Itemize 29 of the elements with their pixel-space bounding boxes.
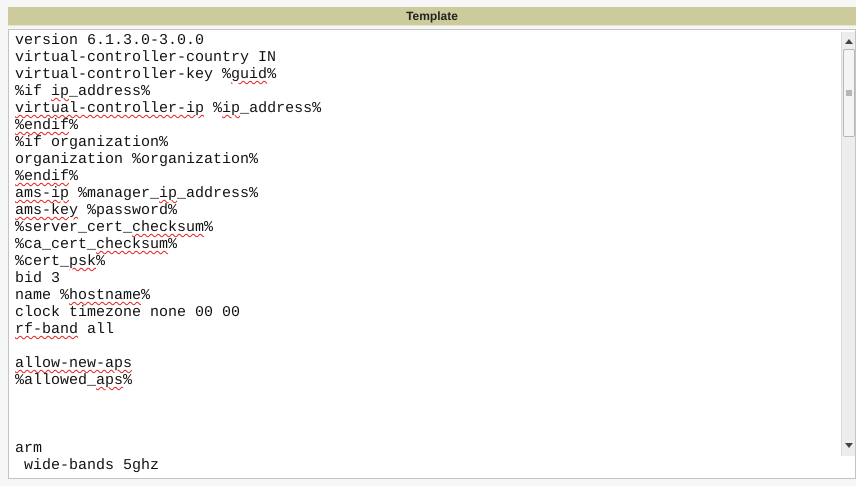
code-line: %endif% bbox=[15, 117, 78, 134]
code-line: wide-bands 5ghz bbox=[23, 457, 160, 474]
code-line: %if ip_address% bbox=[15, 83, 150, 100]
code-line: ams-ip %manager_ip_address% bbox=[15, 185, 258, 202]
grip-icon bbox=[846, 90, 852, 96]
code-line: %allowed_aps% bbox=[15, 372, 132, 389]
scroll-up-icon[interactable] bbox=[844, 39, 852, 44]
panel-title: Template bbox=[406, 8, 458, 24]
code-line: virtual-controller-ip %ip_address% bbox=[15, 100, 322, 117]
code-line: bid 3 bbox=[15, 270, 60, 287]
code-line: version 6.1.3.0-3.0.0 bbox=[15, 32, 204, 49]
code-line: organization %organization% bbox=[15, 151, 258, 168]
code-line: virtual-controller-country IN bbox=[15, 49, 276, 66]
code-line: allow-new-aps bbox=[15, 355, 132, 372]
code-line: %endif% bbox=[15, 168, 78, 185]
code-line: arm bbox=[15, 440, 42, 457]
code-line: clock timezone none 00 00 bbox=[15, 304, 240, 321]
code-line: %ca_cert_checksum% bbox=[15, 236, 178, 253]
code-line: name %hostname% bbox=[15, 287, 150, 304]
code-line: %cert_psk% bbox=[15, 253, 106, 270]
code-line: rf-band all bbox=[15, 321, 114, 338]
scroll-down-icon[interactable] bbox=[844, 443, 852, 448]
code-line: %if organization% bbox=[15, 134, 168, 151]
code-line: ams-key %password% bbox=[15, 202, 178, 219]
template-text-area[interactable] bbox=[8, 29, 856, 479]
code-line: virtual-controller-key %guid% bbox=[15, 66, 276, 83]
code-line: %server_cert_checksum% bbox=[15, 219, 214, 236]
vertical-scrollbar[interactable] bbox=[841, 32, 855, 456]
scrollbar-thumb[interactable] bbox=[842, 49, 854, 137]
